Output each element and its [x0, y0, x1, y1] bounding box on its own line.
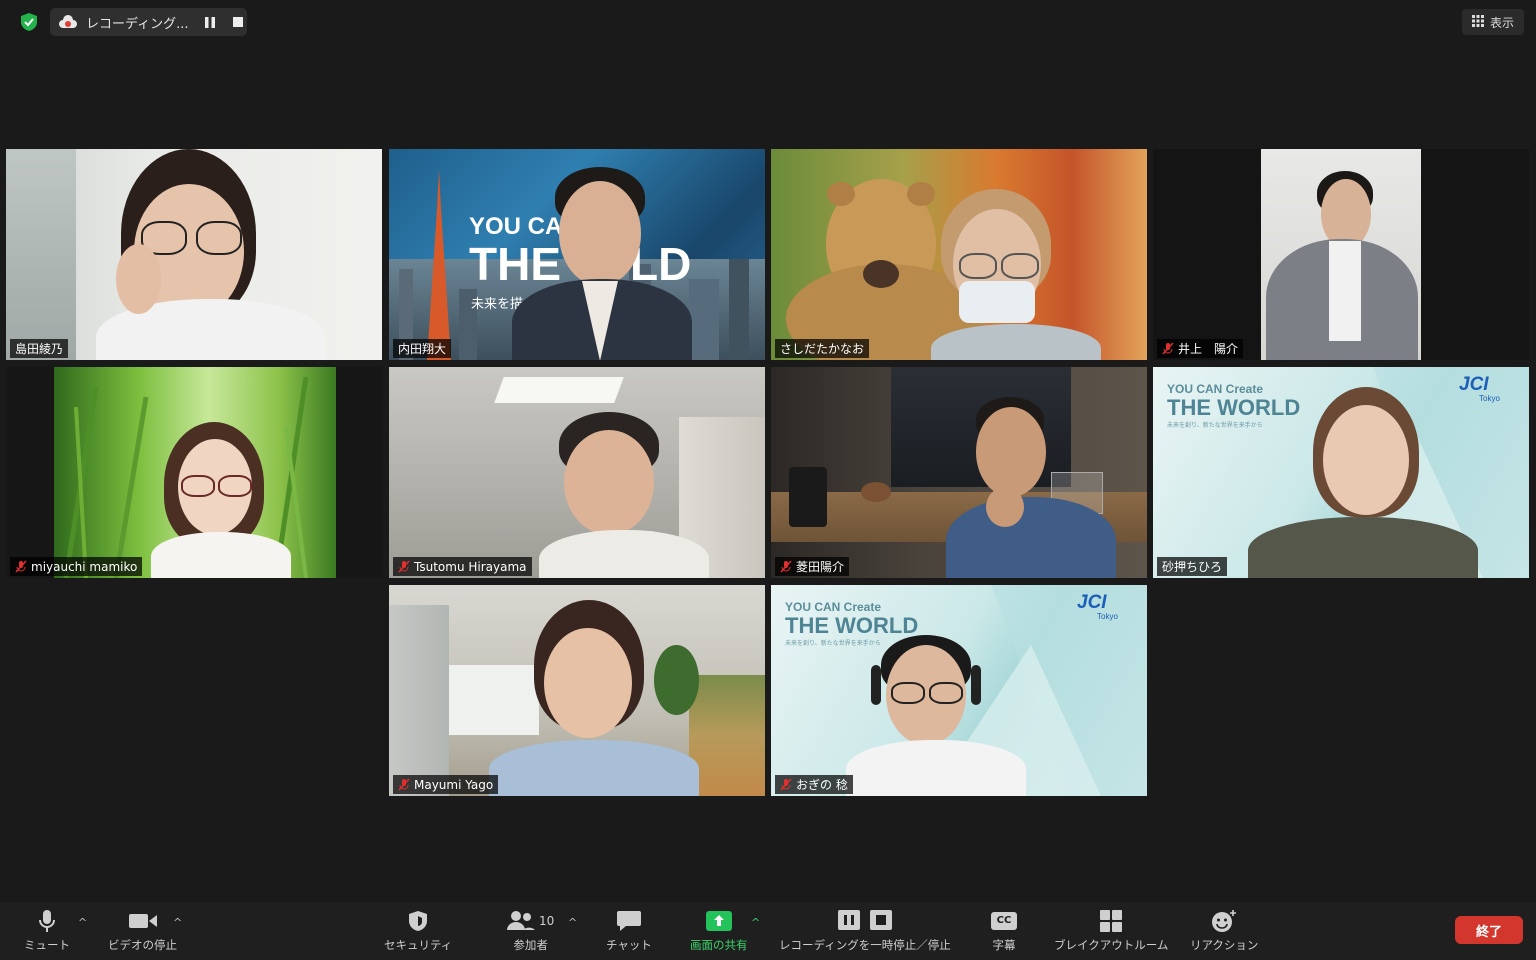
chat-button[interactable]: チャット — [606, 908, 652, 953]
microphone-icon — [38, 908, 56, 934]
stop-recording-icon[interactable] — [230, 14, 246, 30]
participant-name-tag: 菱田陽介 — [775, 557, 850, 576]
security-button[interactable]: セキュリティ — [384, 908, 452, 953]
participant-name-tag: Mayumi Yago — [393, 775, 499, 794]
participants-options-chevron-icon[interactable]: ^ — [568, 916, 577, 929]
chat-label: チャット — [606, 938, 652, 952]
video-camera-icon — [128, 908, 157, 934]
mute-label: ミュート — [24, 938, 70, 952]
muted-mic-icon — [398, 778, 410, 791]
participants-button[interactable]: 10 参加者 — [507, 908, 554, 953]
participant-name-tag: miyauchi mamiko — [10, 557, 143, 576]
stop-video-label: ビデオの停止 — [108, 938, 177, 952]
video-tile-participant-1[interactable]: YOU CAN THE W LD 未来を描 内田翔大 — [389, 149, 765, 360]
video-tile-participant-9[interactable]: YOU CAN Create THE WORLD 未来を創り、新たな世界を来手か… — [771, 585, 1147, 796]
participant-name: 島田綾乃 — [15, 342, 64, 356]
jci-logo-sub: Tokyo — [1479, 394, 1500, 403]
participant-name: Mayumi Yago — [414, 777, 494, 792]
muted-mic-icon — [398, 560, 410, 573]
recording-control-button[interactable]: レコーディングを一時停止／停止 — [779, 908, 951, 953]
recording-indicator: レコーディング... — [50, 8, 247, 36]
breakout-rooms-button[interactable]: ブレイクアウトルーム — [1054, 908, 1168, 953]
grid-icon — [1471, 14, 1484, 30]
video-tile-participant-8[interactable]: Mayumi Yago — [389, 585, 765, 796]
video-tile-participant-5[interactable]: Tsutomu Hirayama — [389, 367, 765, 578]
breakout-rooms-icon — [1100, 908, 1123, 934]
participant-name-tag: おぎの 稔 — [775, 775, 853, 794]
meeting-toolbar: ミュート ^ ビデオの停止 ^ セキュリティ 10 参加者 ^ チャット 画面の… — [0, 902, 1536, 960]
security-shield-icon[interactable] — [18, 11, 40, 33]
participants-count: 10 — [539, 914, 555, 928]
participants-label: 参加者 — [513, 938, 548, 952]
jci-logo: JCI — [1077, 592, 1107, 613]
participant-name: 砂押ちひろ — [1162, 560, 1223, 574]
end-meeting-button[interactable]: 終了 — [1455, 916, 1523, 944]
participants-icon — [507, 910, 535, 933]
muted-mic-icon — [15, 560, 27, 573]
recording-control-label: レコーディングを一時停止／停止 — [779, 938, 951, 952]
background-banner-text: YOU CAN Create — [785, 600, 882, 614]
breakout-rooms-label: ブレイクアウトルーム — [1054, 938, 1169, 952]
mute-button[interactable]: ミュート — [24, 908, 70, 953]
chat-bubble-icon — [616, 908, 641, 934]
audio-options-chevron-icon[interactable]: ^ — [78, 916, 87, 929]
share-screen-label: 画面の共有 — [690, 938, 748, 952]
participant-name: 内田翔大 — [398, 342, 447, 356]
video-tile-participant-4[interactable]: miyauchi mamiko — [6, 367, 382, 578]
video-tile-participant-6[interactable]: 菱田陽介 — [771, 367, 1147, 578]
video-tile-participant-3[interactable]: 井上 陽介 — [1153, 149, 1529, 360]
participant-name: 井上 陽介 — [1178, 342, 1239, 356]
video-tile-participant-7[interactable]: YOU CAN Create THE WORLD 未来を創り、新たな世界を来手か… — [1153, 367, 1529, 578]
stop-video-button[interactable]: ビデオの停止 — [108, 908, 177, 953]
reactions-button[interactable]: リアクション — [1190, 908, 1258, 953]
smiley-plus-icon — [1211, 908, 1237, 934]
participant-name-tag: 内田翔大 — [393, 339, 452, 358]
muted-mic-icon — [780, 560, 792, 573]
pause-icon — [837, 909, 860, 933]
participant-name-tag: 島田綾乃 — [10, 339, 69, 358]
participant-name-tag: 砂押ちひろ — [1157, 557, 1228, 576]
security-label: セキュリティ — [384, 938, 453, 952]
cloud-recording-icon — [58, 14, 78, 30]
participant-name-tag: Tsutomu Hirayama — [393, 557, 532, 576]
view-button[interactable]: 表示 — [1462, 9, 1524, 35]
share-screen-icon — [705, 908, 732, 934]
video-options-chevron-icon[interactable]: ^ — [173, 916, 182, 929]
share-options-chevron-icon[interactable]: ^ — [751, 916, 760, 929]
view-label: 表示 — [1489, 15, 1514, 30]
share-screen-button[interactable]: 画面の共有 — [690, 908, 748, 953]
participant-name-tag: さしだたかなお — [775, 339, 870, 358]
participant-name: おぎの 稔 — [796, 778, 848, 792]
participant-name: miyauchi mamiko — [31, 559, 138, 574]
captions-label: 字幕 — [992, 938, 1016, 952]
video-tile-participant-2[interactable]: さしだたかなお — [771, 149, 1147, 360]
participant-name: さしだたかなお — [780, 342, 865, 356]
muted-mic-icon — [780, 778, 792, 791]
stop-icon — [869, 909, 892, 933]
reactions-label: リアクション — [1190, 938, 1259, 952]
captions-icon: CC — [991, 912, 1017, 930]
participant-name: 菱田陽介 — [796, 560, 845, 574]
video-tile-participant-0[interactable]: 島田綾乃 — [6, 149, 382, 360]
participant-name-tag: 井上 陽介 — [1157, 339, 1244, 358]
muted-mic-icon — [1162, 342, 1174, 355]
jci-logo-sub: Tokyo — [1097, 612, 1118, 621]
recording-label: レコーディング... — [86, 16, 189, 32]
pause-recording-icon[interactable] — [202, 14, 218, 30]
participant-name: Tsutomu Hirayama — [414, 559, 527, 574]
shield-icon — [408, 908, 428, 934]
captions-button[interactable]: CC 字幕 — [991, 908, 1017, 953]
